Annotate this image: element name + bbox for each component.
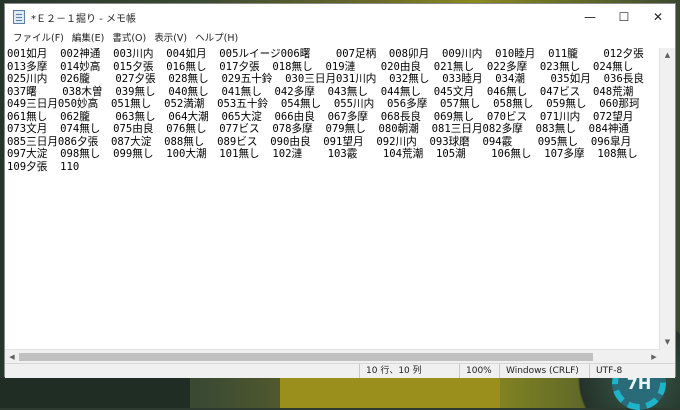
menu-view[interactable]: 表示(V) [150,30,191,48]
horizontal-scroll-thumb[interactable] [19,353,593,361]
notepad-window: *Ｅ２－１掘り - メモ帳 — ☐ ✕ ファイル(F) 編集(E) 書式(O) … [4,3,676,378]
editor-line: 037曙 038木曽 039無し 040無し 041無し 042多摩 043無し… [7,85,634,98]
close-icon: ✕ [652,10,664,24]
editor-line: 049三日月050妙高 051無し 052満潮 053五十鈴 054無し 055… [7,98,640,110]
title-bar[interactable]: *Ｅ２－１掘り - メモ帳 — ☐ ✕ [5,4,675,30]
notepad-icon [13,10,25,24]
status-bar: 10 行、10 列 100% Windows (CRLF) UTF-8 [5,363,675,378]
status-cursor-position: 10 行、10 列 [359,364,459,378]
menu-format[interactable]: 書式(O) [108,30,150,48]
editor-line: 025川内 026朧 027夕張 028無し 029五十鈴 030三日月031川… [7,73,644,85]
editor-line: 001如月 002神通 003川内 004如月 005ルイージ006曙 007足… [7,48,644,60]
minimize-button[interactable]: — [573,4,607,30]
scroll-right-icon[interactable]: ▶ [647,350,661,364]
editor-line: 109夕張 110 [7,160,80,173]
scroll-left-icon[interactable]: ◀ [5,350,19,364]
maximize-icon: ☐ [618,10,630,24]
editor-line: 097大淀 098無し 099無し 100大潮 101無し 102漣 103霰 … [7,148,638,160]
scroll-corner [660,349,675,364]
window-title: *Ｅ２－１掘り - メモ帳 [31,13,136,25]
maximize-button[interactable]: ☐ [607,4,641,30]
status-zoom: 100% [459,364,499,378]
horizontal-scrollbar[interactable]: ◀ ▶ [5,349,661,364]
desktop-decoration [0,378,190,408]
window-controls: — ☐ ✕ [573,4,675,30]
editor-line: 061無し 062朧 063無し 064大潮 065大淀 066由良 067多摩… [7,110,634,123]
close-button[interactable]: ✕ [641,4,675,30]
menu-help[interactable]: ヘルプ(H) [191,30,242,48]
menu-bar: ファイル(F) 編集(E) 書式(O) 表示(V) ヘルプ(H) [5,30,675,48]
editor-line: 073文月 074無し 075由良 076無し 077ビス 078多摩 079無… [7,123,630,135]
editor-line: 085三日月086夕張 087大淀 088無し 089ビス 090由良 091望… [7,135,632,148]
editor-line: 013多摩 014妙高 015夕張 016無し 017夕張 018無し 019漣… [7,60,634,73]
scroll-up-icon[interactable]: ▲ [660,48,675,62]
scroll-down-icon[interactable]: ▼ [660,335,675,349]
desktop-decoration [280,378,500,408]
vertical-scrollbar[interactable]: ▲ ▼ [659,48,675,349]
status-encoding: UTF-8 [589,364,675,378]
status-line-ending: Windows (CRLF) [499,364,589,378]
menu-file[interactable]: ファイル(F) [9,30,68,48]
text-editor[interactable]: 001如月 002神通 003川内 004如月 005ルイージ006曙 007足… [5,48,661,348]
minimize-icon: — [584,10,596,24]
menu-edit[interactable]: 編集(E) [68,30,108,48]
